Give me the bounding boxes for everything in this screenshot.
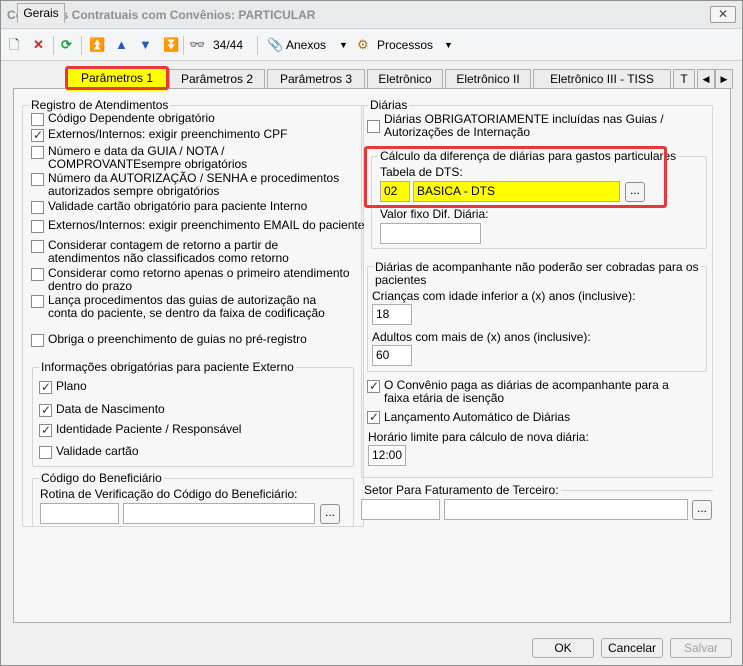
option-checkbox[interactable] [31,240,44,253]
tab-highlight-annotation [65,66,169,90]
option-label: Considerar contagem de retorno a partir … [48,238,289,265]
option-label: Data de Nascimento [56,402,165,416]
option-label: Validade cartão obrigatório para pacient… [48,199,308,213]
gears-icon[interactable]: ⚙ [357,36,369,54]
option-checkbox[interactable] [31,295,44,308]
anexos-button[interactable]: Anexos [286,36,326,54]
tab-overflow[interactable]: T [673,69,695,89]
option-label: Plano [56,379,87,393]
rotina-desc-input[interactable] [123,503,315,524]
tab-eletronico[interactable]: Eletrônico [367,69,443,89]
option-label: Externos/Internos: exigir preenchimento … [48,218,365,232]
option-label: Lança procedimentos das guias de autoriz… [48,293,325,320]
horario-limite-input[interactable]: 12:00 [368,445,406,466]
tab-scroll-left-icon[interactable]: ◀ [697,69,715,89]
criancas-idade-input[interactable]: 18 [372,304,412,325]
toolbar-separator [257,36,258,55]
new-document-icon[interactable]: 🗋 [9,36,19,54]
valor-fixo-input[interactable] [380,223,481,244]
close-button[interactable]: ✕ [710,6,736,23]
valor-fixo-label: Valor fixo Dif. Diária: [380,207,489,221]
option-label: Externos/Internos: exigir preenchimento … [48,127,288,141]
lancamento-automatico-label: Lançamento Automático de Diárias [384,410,571,424]
tab-panel-parametros-1: Registro de Atendimentos Código Dependen… [13,88,731,623]
calculo-highlight-annotation [364,146,667,208]
group-title: Código do Beneficiário [39,471,164,485]
tab-eletronico-ii[interactable]: Eletrônico II [445,69,531,89]
option-checkbox[interactable] [31,334,44,347]
adultos-idade-input[interactable]: 60 [372,345,412,366]
toolbar-separator [81,36,82,55]
setor-terceiro-lookup-button[interactable]: ... [692,500,712,520]
option-label: Validade cartão [56,444,139,458]
processos-dropdown-icon[interactable]: ▼ [444,36,453,54]
toolbar-separator [53,36,54,55]
option-checkbox[interactable] [39,403,52,417]
option-checkbox[interactable] [31,173,44,186]
record-counter: 34/44 [213,38,244,52]
delete-icon[interactable]: ✕ [33,36,44,54]
processos-button[interactable]: Processos [377,36,433,54]
ok-button[interactable]: OK [532,638,594,658]
option-checkbox[interactable] [31,128,44,142]
paperclip-icon[interactable]: 📎 [267,36,283,54]
horario-limite-label: Horário limite para cálculo de nova diár… [368,430,589,444]
tab-scroll-right-icon[interactable]: ▶ [715,69,733,89]
toolbar-separator [183,36,184,55]
lancamento-automatico-checkbox[interactable] [367,410,380,424]
rotina-verificacao-label: Rotina de Verificação do Código do Benef… [40,487,298,501]
setor-terceiro-code-input[interactable] [361,499,440,520]
adultos-label: Adultos com mais de (x) anos (inclusive)… [372,330,591,344]
setor-terceiro-desc-input[interactable] [444,499,688,520]
previous-record-icon[interactable]: ▲ [115,36,128,54]
criancas-label: Crianças com idade inferior a (x) anos (… [372,289,636,303]
option-checkbox[interactable] [39,380,52,394]
convenio-paga-label: O Convênio paga as diárias de acompanhan… [384,378,669,405]
diarias-obrigatorias-label: Diárias OBRIGATORIAMENTE incluídas nas G… [384,112,664,139]
option-checkbox[interactable] [39,423,52,437]
anexos-dropdown-icon[interactable]: ▼ [339,36,348,54]
option-checkbox[interactable] [31,268,44,281]
title-bar: Condições Contratuais com Convênios: PAR… [1,1,742,29]
group-title: Diárias [368,98,410,112]
option-label: Considerar como retorno apenas o primeir… [48,266,350,293]
option-label: Código Dependente obrigatório [48,111,215,125]
tab-parametros-2[interactable]: Parâmetros 2 [169,69,265,89]
option-label: Identidade Paciente / Responsável [56,422,242,436]
group-title: Informações obrigatórias para paciente E… [39,360,296,374]
group-title: Registro de Atendimentos [29,98,171,112]
last-record-icon[interactable]: ⏬ [163,36,179,54]
option-label: Obriga o preenchimento de guias no pré-r… [48,332,307,346]
option-label: Número da AUTORIZAÇÃO / SENHA e procedim… [48,171,340,198]
tab-eletronico-iii-tiss[interactable]: Eletrônico III - TISS [533,69,671,89]
rotina-code-input[interactable] [40,503,119,524]
tab-gerais[interactable]: Gerais [17,3,65,23]
next-record-icon[interactable]: ▼ [139,36,152,54]
acompanhante-title: Diárias de acompanhante não poderão ser … [373,260,701,287]
diarias-obrigatorias-checkbox[interactable] [367,120,380,133]
rotina-lookup-button[interactable]: ... [320,504,340,524]
setor-terceiro-label: Setor Para Faturamento de Terceiro: [362,483,561,497]
option-checkbox[interactable] [31,201,44,214]
first-record-icon[interactable]: ⏫ [89,36,105,54]
convenio-paga-checkbox[interactable] [367,379,380,393]
save-button[interactable]: Salvar [670,638,732,658]
option-checkbox[interactable] [31,220,44,233]
option-checkbox[interactable] [31,113,44,126]
toolbar: 🗋 ✕ ⟳ ⏫ ▲ ▼ ⏬ 👓 34/44 📎 Anexos ▼ ⚙ Proce… [1,30,742,61]
binoculars-icon[interactable]: 👓 [189,36,205,54]
option-label: Número e data da GUIA / NOTA / COMPROVAN… [48,144,248,171]
option-checkbox[interactable] [31,146,44,159]
refresh-icon[interactable]: ⟳ [61,36,72,54]
dialog-window: Condições Contratuais com Convênios: PAR… [0,0,743,666]
cancel-button[interactable]: Cancelar [601,638,663,658]
option-checkbox[interactable] [39,446,52,459]
tab-parametros-3[interactable]: Parâmetros 3 [267,69,365,89]
